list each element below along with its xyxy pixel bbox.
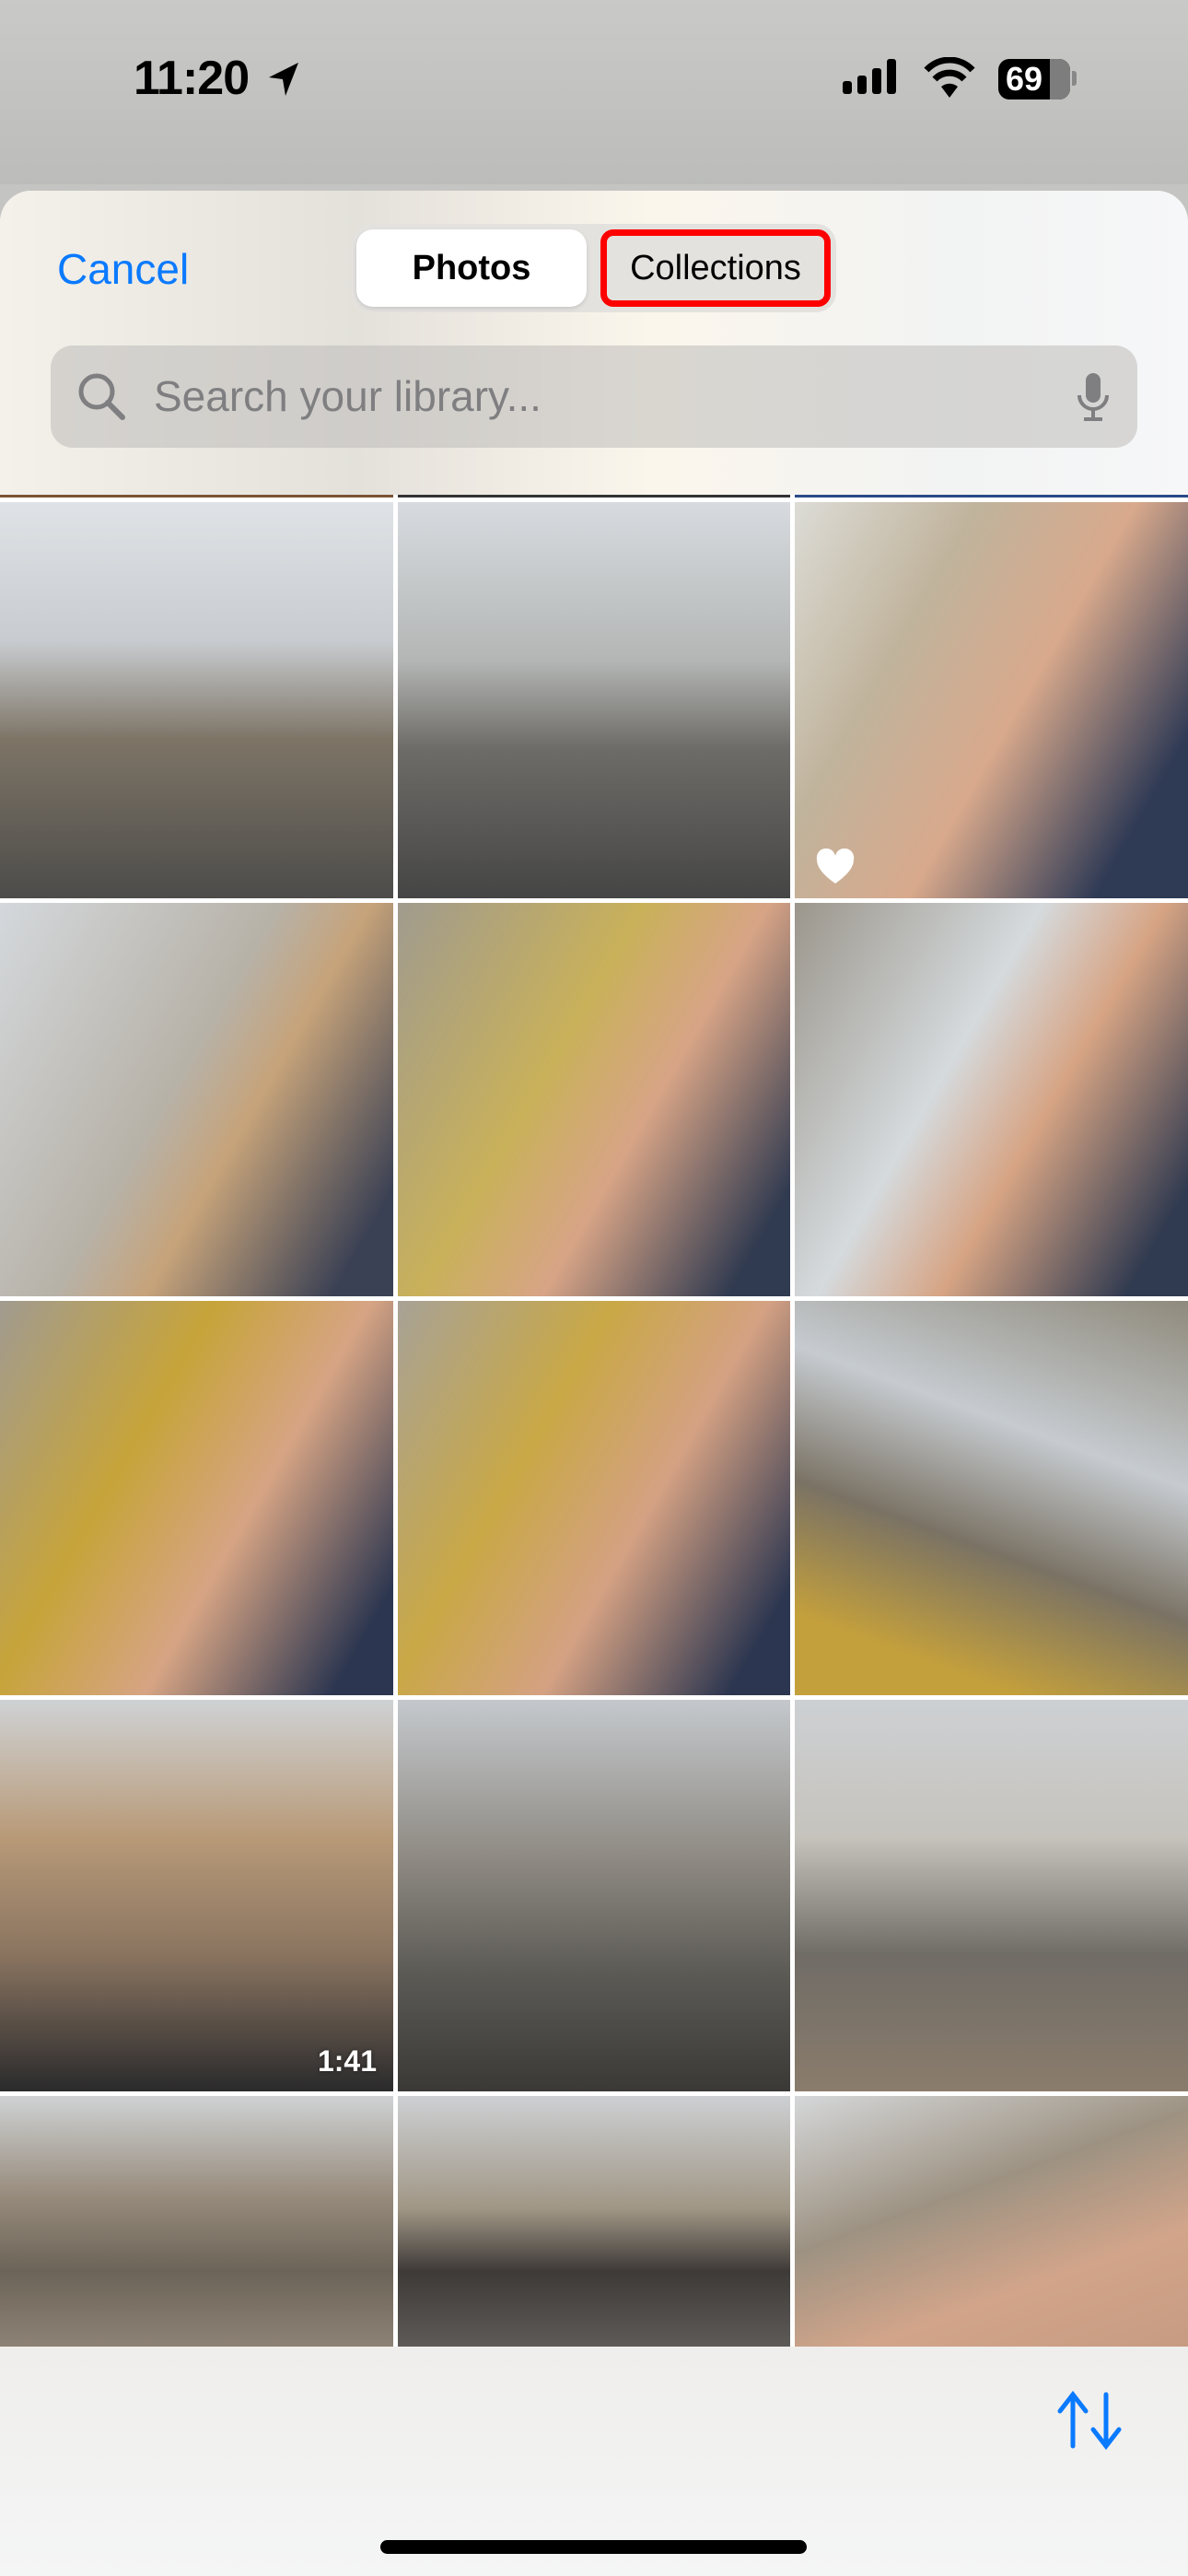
photo-thumbnail[interactable]: 1:41 <box>0 1700 393 2091</box>
photo-thumbnail[interactable] <box>795 1301 1188 1695</box>
cellular-signal-icon <box>843 59 896 94</box>
segment-photos[interactable]: Photos <box>356 229 587 307</box>
heart-icon <box>816 849 855 884</box>
photo-thumbnail[interactable] <box>0 1301 393 1695</box>
photo-thumbnail[interactable] <box>795 2096 1188 2347</box>
battery-level: 69 <box>1006 60 1043 98</box>
photo-thumbnail[interactable] <box>398 1700 790 2091</box>
photo-thumbnail[interactable] <box>398 1301 790 1695</box>
status-time: 11:20 <box>134 52 250 105</box>
home-indicator <box>380 2540 807 2554</box>
battery-icon: 69 <box>998 59 1070 100</box>
photo-picker-sheet: Cancel Photos Collections 1:41 <box>0 191 1188 2576</box>
arrow-up-down-icon[interactable] <box>1054 2391 1128 2452</box>
photo-thumbnail[interactable] <box>398 2096 790 2347</box>
segmented-control: Photos Collections <box>352 224 836 312</box>
search-input[interactable] <box>152 368 1058 425</box>
photo-thumbnail[interactable] <box>0 2096 393 2347</box>
photo-thumbnail[interactable] <box>0 502 393 898</box>
photo-thumbnail[interactable] <box>398 502 790 898</box>
photo-grid: 1:41 <box>0 490 1188 2360</box>
picker-header: Cancel Photos Collections <box>0 191 1188 495</box>
segment-collections[interactable]: Collections <box>600 229 831 307</box>
photo-thumbnail[interactable] <box>795 903 1188 1296</box>
search-icon <box>78 373 125 420</box>
photo-thumbnail[interactable] <box>795 502 1188 898</box>
photo-thumbnail[interactable] <box>0 903 393 1296</box>
cancel-button[interactable]: Cancel <box>57 244 189 294</box>
photo-thumbnail[interactable] <box>398 903 790 1296</box>
status-bar: 11:20 69 <box>0 0 1188 184</box>
location-arrow-icon <box>269 63 298 96</box>
search-bar[interactable] <box>51 345 1137 448</box>
photo-thumbnail[interactable] <box>795 1700 1188 2091</box>
video-duration: 1:41 <box>317 2044 377 2078</box>
wifi-icon <box>924 57 975 98</box>
microphone-icon[interactable] <box>1075 371 1112 423</box>
battery-nub <box>1072 71 1077 86</box>
